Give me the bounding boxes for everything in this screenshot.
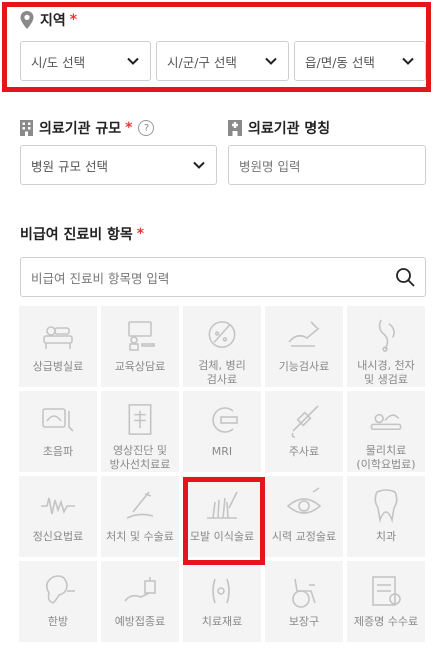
items-section-title: 비급여 진료비 항목 *	[20, 224, 144, 244]
required-mark: *	[136, 226, 145, 242]
certificate-icon	[372, 576, 401, 606]
category-tile[interactable]: 상급병실료	[19, 306, 97, 387]
eupmyeondong-select-value: 읍/면/동 선택	[305, 54, 375, 70]
category-tile[interactable]: 정신요법료	[19, 476, 97, 557]
category-label: 한방	[47, 615, 69, 628]
category-tile[interactable]: 초음파	[19, 391, 97, 472]
category-tile[interactable]: 예방접종료	[101, 561, 179, 642]
location-pin-icon	[20, 11, 34, 29]
category-tile[interactable]: 모발 이식술료	[183, 476, 261, 557]
treatment-material-icon	[212, 578, 230, 604]
syringe-icon	[291, 405, 319, 438]
required-mark: *	[69, 12, 78, 28]
specimen-icon	[208, 321, 236, 348]
category-label: 물리치료 (이학요법료)	[356, 444, 416, 471]
category-tile[interactable]: 처치 및 수술료	[101, 476, 179, 557]
category-label: 주사료	[288, 445, 320, 458]
building-icon	[20, 120, 33, 136]
category-tile[interactable]: 치료재료	[183, 561, 261, 642]
item-category-grid: 상급병실료 교육상담료 검체, 병리 검사료 기능검사료 내시경, 천자 및 생검료초음…	[19, 306, 431, 642]
scale-section-title: 의료기관 규모 * ?	[20, 118, 155, 138]
category-tile[interactable]: MRI	[183, 391, 261, 472]
category-label: 초음파	[42, 445, 74, 458]
eye-icon	[286, 487, 322, 514]
category-label: 제증명 수수료	[353, 615, 419, 628]
consultation-icon	[128, 321, 155, 351]
hospital-scale-select-value: 병원 규모 선택	[31, 158, 108, 174]
chevron-down-icon	[402, 57, 414, 65]
hospital-scale-select[interactable]: 병원 규모 선택	[20, 145, 217, 185]
category-tile[interactable]: 시력 교정술료	[265, 476, 343, 557]
sigungu-select[interactable]: 시/군/구 선택	[156, 41, 289, 81]
tooth-icon	[374, 489, 398, 524]
function-test-icon	[288, 321, 320, 347]
hair-transplant-icon	[207, 491, 238, 519]
wheelchair-icon	[292, 578, 316, 608]
xray-icon	[128, 404, 152, 435]
category-label: 치과	[375, 530, 397, 543]
category-tile[interactable]: 주사료	[265, 391, 343, 472]
category-tile[interactable]: 치과	[347, 476, 425, 557]
region-title-label: 지역	[40, 13, 66, 29]
physical-therapy-icon	[370, 413, 402, 431]
category-tile[interactable]: 검체, 병리 검사료	[183, 306, 261, 387]
category-tile[interactable]: 교육상담료	[101, 306, 179, 387]
category-label: 기능검사료	[278, 360, 330, 373]
surgery-icon	[126, 491, 154, 519]
ultrasound-icon	[42, 408, 74, 432]
hospital-name-placeholder: 병원명 입력	[239, 158, 301, 174]
name-section-title: 의료기관 명칭	[228, 118, 330, 138]
category-tile[interactable]: 제증명 수수료	[347, 561, 425, 642]
vaccine-icon	[124, 577, 156, 602]
chevron-down-icon	[127, 57, 139, 65]
items-title-label: 비급여 진료비 항목	[20, 227, 133, 243]
acupuncture-ear-icon	[45, 575, 75, 604]
category-tile[interactable]: 물리치료 (이학요법료)	[347, 391, 425, 472]
region-section-title: 지역 *	[20, 10, 77, 30]
scale-title-label: 의료기관 규모	[39, 121, 122, 137]
sido-select[interactable]: 시/도 선택	[20, 41, 151, 81]
required-mark: *	[125, 120, 133, 136]
category-label: 상급병실료	[32, 360, 84, 373]
category-label: 모발 이식술료	[189, 530, 255, 543]
chevron-down-icon	[193, 161, 205, 169]
category-tile[interactable]: 보장구	[265, 561, 343, 642]
category-label: 시력 교정술료	[271, 530, 337, 543]
category-label: 교육상담료	[114, 360, 166, 373]
category-tile[interactable]: 한방	[19, 561, 97, 642]
category-label: MRI	[211, 445, 233, 458]
item-search-placeholder: 비급여 진료비 항목명 입력	[31, 270, 170, 286]
eupmyeondong-select[interactable]: 읍/면/동 선택	[294, 41, 426, 81]
category-label: 영상진단 및 방사선치료료	[109, 444, 171, 471]
category-tile[interactable]: 내시경, 천자 및 생검료	[347, 306, 425, 387]
hospital-building-icon	[228, 120, 242, 136]
item-search-input[interactable]: 비급여 진료비 항목명 입력	[20, 257, 426, 297]
category-tile[interactable]: 기능검사료	[265, 306, 343, 387]
name-title-label: 의료기관 명칭	[248, 121, 331, 137]
category-label: 정신요법료	[32, 530, 84, 543]
category-label: 보장구	[288, 615, 320, 628]
search-icon[interactable]	[395, 267, 415, 287]
category-label: 치료재료	[201, 615, 243, 628]
help-icon[interactable]: ?	[138, 120, 155, 136]
category-label: 처치 및 수술료	[106, 530, 174, 543]
mri-icon	[212, 407, 238, 433]
category-label: 검체, 병리 검사료	[198, 359, 246, 386]
sigungu-select-value: 시/군/구 선택	[167, 54, 237, 70]
chevron-down-icon	[265, 57, 277, 65]
category-label: 예방접종료	[114, 615, 166, 628]
hospital-bed-icon	[43, 326, 73, 349]
sido-select-value: 시/도 선택	[31, 54, 86, 70]
endoscopy-icon	[378, 319, 395, 352]
category-tile[interactable]: 영상진단 및 방사선치료료	[101, 391, 179, 472]
hospital-name-input[interactable]: 병원명 입력	[228, 145, 426, 185]
category-label: 내시경, 천자 및 생검료	[357, 359, 415, 386]
brainwave-icon	[41, 497, 75, 515]
